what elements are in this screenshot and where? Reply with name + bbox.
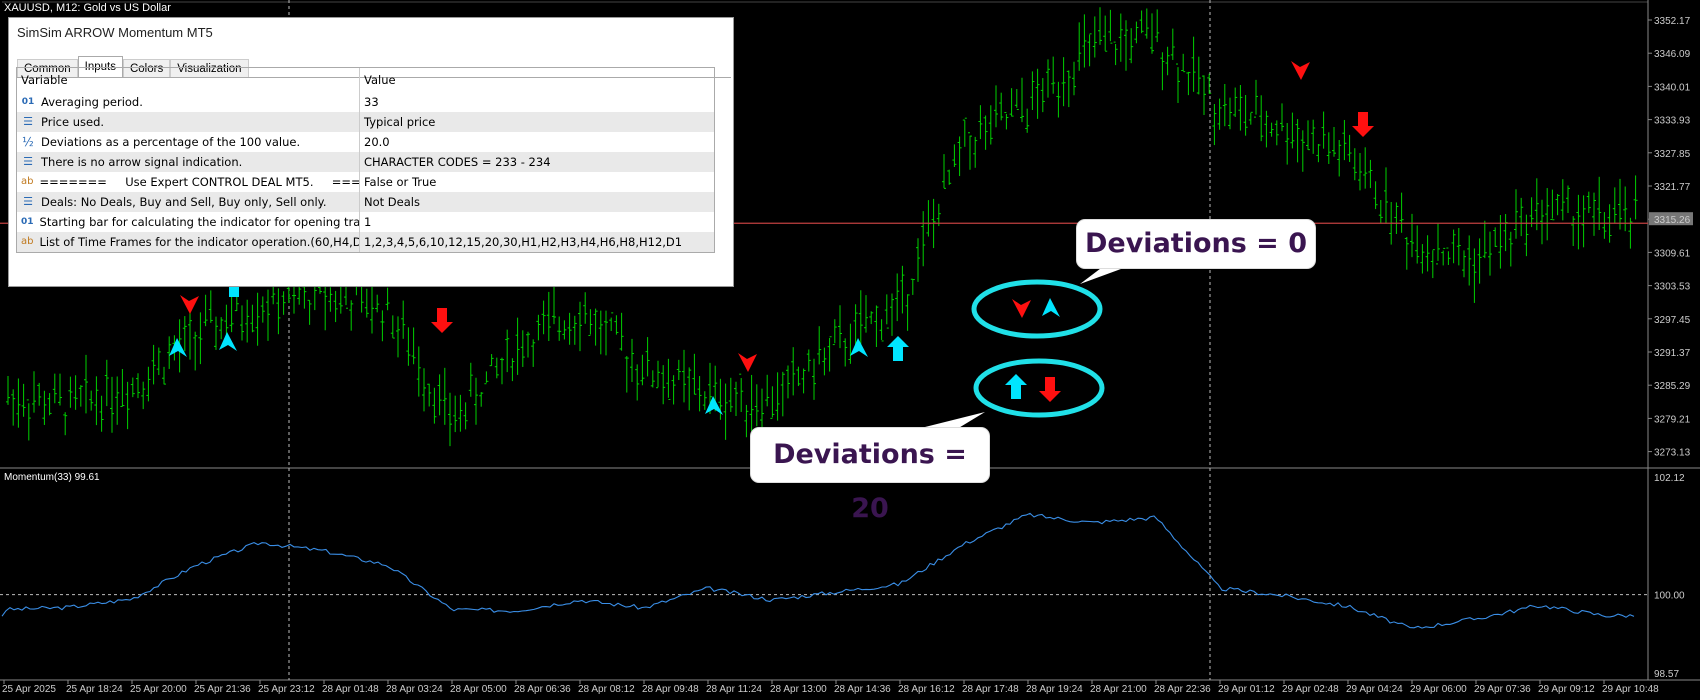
time-tick-label: 28 Apr 17:48 [962,684,1019,695]
time-tick-label: 28 Apr 14:36 [834,684,891,695]
time-tick-label: 28 Apr 19:24 [1026,684,1083,695]
price-tick-label: 3297.45 [1654,315,1691,326]
table-row[interactable]: ab List of Time Frames for the indicator … [17,232,714,252]
table-row[interactable]: ½ Deviations as a percentage of the 100 v… [17,132,714,152]
integer-icon: 01 [21,97,35,107]
time-tick-label: 28 Apr 06:36 [514,684,571,695]
sell-dart-icon [180,295,199,314]
time-tick-label: 28 Apr 22:36 [1154,684,1211,695]
table-row[interactable]: ☰ Deals: No Deals, Buy and Sell, Buy only… [17,192,714,212]
time-tick-label: 28 Apr 03:24 [386,684,443,695]
time-tick-label: 28 Apr 21:00 [1090,684,1147,695]
time-tick-label: 29 Apr 10:48 [1602,684,1659,695]
time-tick-label: 29 Apr 07:36 [1474,684,1531,695]
sell-arrow-icon [431,308,453,333]
enum-icon: ☰ [23,115,33,128]
time-tick-label: 28 Apr 09:48 [642,684,699,695]
deviations-value[interactable]: 20.0 [360,132,714,152]
price-tick-label: 3340.01 [1654,82,1691,93]
input-variable-label: Starting bar for calculating the indicat… [39,215,360,229]
time-tick-label: 29 Apr 06:00 [1410,684,1467,695]
input-value[interactable]: Typical price [360,112,714,132]
enum-icon: ☰ [23,155,33,168]
callout-deviations-20: Deviations = 20 [751,428,989,524]
indicator-title: Momentum(33) 99.61 [4,472,100,483]
time-tick-label: 29 Apr 02:48 [1282,684,1339,695]
time-tick-label: 25 Apr 2025 [2,684,56,695]
time-tick-label: 28 Apr 08:12 [578,684,635,695]
price-tick-label: 3333.93 [1654,116,1691,127]
input-value[interactable]: 1 [360,212,714,232]
price-tick-label: 3327.85 [1654,149,1691,160]
sell-arrow-icon [1039,377,1061,402]
input-variable-label: Deviations as a percentage of the 100 va… [41,135,301,149]
price-tick-label: 3279.21 [1654,414,1691,425]
sell-dart-icon [1012,299,1031,318]
column-header-value[interactable]: Value [360,68,714,92]
callout-deviations-0: Deviations = 0 [1077,220,1315,268]
input-value[interactable]: 1,2,3,4,5,6,10,12,15,20,30,H1,H2,H3,H4,H… [360,232,714,252]
time-tick-label: 25 Apr 23:12 [258,684,315,695]
input-variable-label: Averaging period. [41,95,143,109]
column-header-variable[interactable]: Variable [17,68,360,92]
indicator-tick-label: 102.12 [1654,473,1685,484]
input-value[interactable]: False or True [360,172,714,192]
time-tick-label: 28 Apr 16:12 [898,684,955,695]
time-tick-label: 28 Apr 13:00 [770,684,827,695]
input-value[interactable]: CHARACTER CODES = 233 - 234 [360,152,714,172]
table-row[interactable]: ab ======= Use Expert CONTROL DEAL MT5. =… [17,172,714,192]
price-tick-label: 3303.53 [1654,282,1691,293]
price-tick-label: 3291.37 [1654,348,1691,359]
input-variable-label: ======= Use Expert CONTROL DEAL MT5. ===… [39,175,360,189]
table-header: Variable Value [17,68,714,92]
time-tick-label: 29 Apr 04:24 [1346,684,1403,695]
price-tick-label: 3273.13 [1654,448,1691,459]
time-tick-label: 28 Apr 05:00 [450,684,507,695]
input-value[interactable]: Not Deals [360,192,714,212]
buy-dart-icon [850,338,868,357]
sell-dart-icon [1291,61,1310,80]
table-row[interactable]: 01 Starting bar for calculating the indic… [17,212,714,232]
time-tick-label: 28 Apr 11:24 [706,684,762,695]
input-variable-label: List of Time Frames for the indicator op… [39,235,360,249]
time-tick-label: 25 Apr 18:24 [66,684,123,695]
time-tick-label: 25 Apr 20:00 [130,684,187,695]
buy-arrow-icon [1005,374,1027,399]
price-tick-label: 3321.77 [1654,182,1691,193]
input-variable-label: Price used. [41,115,105,129]
indicator-tick-label: 98.57 [1654,669,1679,680]
buy-arrow-icon [887,336,909,361]
momentum-line [1,512,1635,629]
buy-dart-icon [1042,298,1060,317]
string-icon: ab [21,176,34,187]
price-tick-label: 3309.61 [1654,248,1691,259]
input-value[interactable]: 33 [360,92,714,112]
price-tick-label: 3352.17 [1654,16,1691,27]
string-icon: ab [21,236,34,247]
enum-icon: ☰ [23,195,33,208]
table-row[interactable]: ☰ Price used. Typical price [17,112,714,132]
time-tick-label: 29 Apr 09:12 [1538,684,1595,695]
input-variable-label: Deals: No Deals, Buy and Sell, Buy only,… [41,195,327,209]
highlight-darts-sample [971,279,1103,339]
integer-icon: 01 [21,217,34,227]
price-tick-label: 3285.29 [1654,381,1691,392]
table-row[interactable]: ☰ There is no arrow signal indication. CH… [17,152,714,172]
indicator-tick-label: 100.00 [1654,591,1685,602]
input-variable-label: There is no arrow signal indication. [41,155,243,169]
fraction-icon: ½ [22,135,34,149]
price-tick-label: 3346.09 [1654,49,1691,60]
inputs-table: Variable Value 01 Averaging period. 33 ☰ P… [16,67,715,253]
time-tick-label: 28 Apr 01:48 [322,684,379,695]
sell-dart-icon [738,353,757,372]
chart-symbol-title: XAUUSD, M12: Gold vs US Dollar [4,2,171,14]
highlight-arrows-sample [973,358,1105,418]
time-tick-label: 25 Apr 21:36 [194,684,251,695]
dialog-title: SimSim ARROW Momentum MT5 [17,25,213,40]
time-tick-label: 29 Apr 01:12 [1218,684,1275,695]
sell-arrow-icon [1352,112,1374,137]
table-row[interactable]: 01 Averaging period. 33 [17,92,714,112]
price-tick-label: 3315.26 [1654,215,1691,226]
